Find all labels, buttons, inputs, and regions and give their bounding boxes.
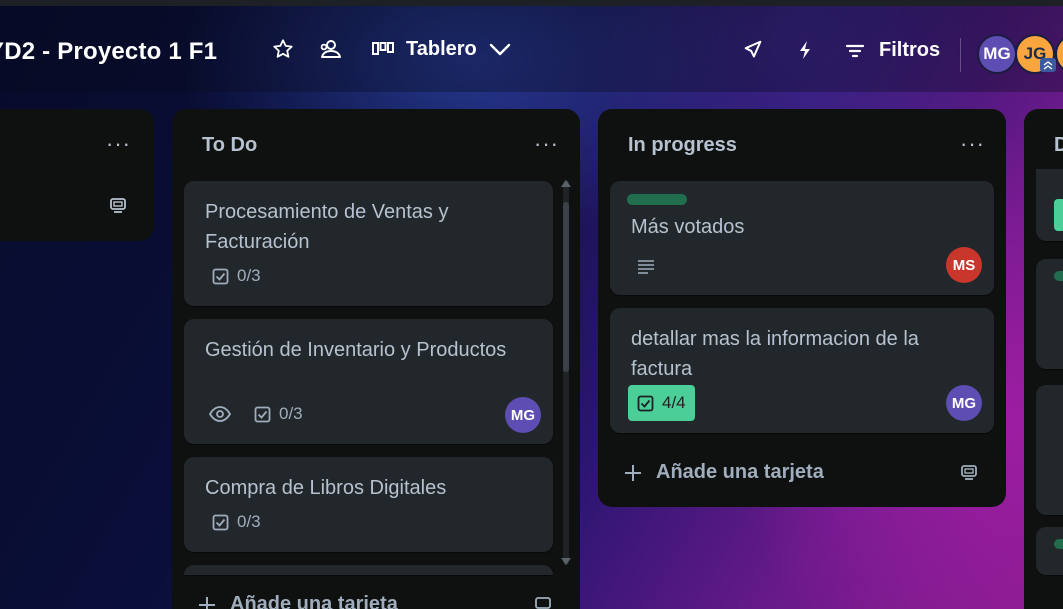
filters-button[interactable]: Filtros: [845, 39, 940, 62]
card-title: Procesamiento de Ventas y Facturación: [205, 201, 449, 253]
card-partial[interactable]: [1036, 527, 1063, 575]
card-template-button[interactable]: [109, 196, 127, 219]
star-icon: [273, 39, 293, 58]
board-view-icon: [372, 41, 394, 55]
add-card-label: Añade una tarjeta: [656, 461, 824, 483]
checklist-badge: 0/3: [212, 266, 261, 286]
card-template-button[interactable]: [534, 595, 552, 609]
checklist-icon: [212, 268, 229, 284]
member-initials: MG: [951, 394, 977, 412]
list-menu-button[interactable]: ···: [960, 133, 985, 155]
filter-icon: [845, 44, 865, 57]
automation-button[interactable]: [793, 37, 817, 63]
add-card-button[interactable]: Añade una tarjeta: [624, 461, 824, 484]
checklist-badge: 0/3: [212, 512, 261, 532]
checklist-icon: [637, 395, 654, 411]
card-title: Compra de Libros Digitales: [205, 477, 447, 499]
card-partial[interactable]: [1036, 259, 1063, 369]
checklist-icon: [254, 406, 271, 422]
watching-icon: [208, 406, 232, 427]
card-partial[interactable]: [1036, 169, 1063, 241]
member-initials: MG: [983, 44, 1011, 63]
visibility-button[interactable]: [318, 36, 344, 62]
power-ups-button[interactable]: [740, 37, 766, 63]
scroll-up-icon[interactable]: [561, 180, 571, 187]
card-mas-votados[interactable]: Más votados MS: [610, 181, 994, 295]
member-avatar-partial[interactable]: [1055, 34, 1063, 74]
card-partial[interactable]: [184, 565, 553, 575]
plus-icon: [625, 464, 641, 481]
header-divider: [960, 38, 961, 72]
card-template-icon: [535, 597, 551, 609]
card-ventas-facturacion[interactable]: Procesamiento de Ventas y Facturación 0/…: [184, 181, 553, 306]
filters-label: Filtros: [879, 39, 941, 61]
board-header: YD2 - Proyecto 1 F1 Tablero Filtros MG J…: [0, 6, 1063, 92]
member-initials: MS: [952, 256, 976, 274]
checklist-count: 0/3: [279, 404, 303, 423]
admin-chevron-icon: [1040, 58, 1056, 72]
list-title[interactable]: In progress: [628, 134, 737, 157]
list-to-do: To Do ··· Procesamiento de Ventas y Fact…: [172, 109, 580, 609]
card-template-icon: [961, 465, 977, 480]
card-label[interactable]: [627, 194, 687, 205]
card-title: Gestión de Inventario y Productos: [205, 339, 507, 361]
scrollbar-thumb[interactable]: [563, 202, 569, 372]
checklist-count: 0/3: [237, 266, 261, 285]
checklist-badge-complete: 4/4: [628, 385, 695, 421]
card-title: detallar mas la informacion de la factur…: [631, 328, 919, 380]
list-menu-button[interactable]: ···: [106, 133, 131, 155]
list-scrollbar[interactable]: [560, 180, 572, 565]
list-partial-right: D: [1024, 109, 1063, 609]
scroll-down-icon[interactable]: [561, 558, 571, 565]
add-card-label: Añade una tarjeta: [230, 593, 398, 609]
add-card-button[interactable]: Añade una tarjeta: [198, 593, 398, 609]
rocket-icon: [744, 40, 762, 58]
board-title[interactable]: YD2 - Proyecto 1 F1: [0, 38, 217, 66]
card-member-avatar[interactable]: MG: [505, 397, 541, 433]
checklist-icon: [212, 514, 229, 530]
checklist-count: 4/4: [662, 393, 686, 412]
lightning-icon: [800, 41, 810, 59]
card-inventario-productos[interactable]: Gestión de Inventario y Productos 0/3 MG: [184, 319, 553, 444]
card-libros-digitales[interactable]: Compra de Libros Digitales 0/3: [184, 457, 553, 552]
card-member-avatar[interactable]: MG: [946, 385, 982, 421]
list-partial-left: ···: [0, 109, 154, 241]
view-label: Tablero: [406, 38, 477, 60]
plus-icon: [199, 596, 215, 609]
card-partial[interactable]: [1036, 385, 1063, 515]
card-template-button[interactable]: [960, 463, 978, 486]
star-button[interactable]: [270, 36, 296, 62]
card-title: Más votados: [631, 216, 745, 238]
view-switcher[interactable]: Tablero: [372, 38, 511, 61]
card-label: [1054, 199, 1063, 231]
member-avatar-mg[interactable]: MG: [977, 34, 1017, 74]
list-title[interactable]: D: [1054, 134, 1063, 157]
checklist-count: 0/3: [237, 512, 261, 531]
card-detallar-factura[interactable]: detallar mas la informacion de la factur…: [610, 308, 994, 433]
card-template-icon: [110, 198, 126, 213]
checklist-badge: 0/3: [254, 404, 303, 424]
workspace-visibility-icon: [320, 40, 341, 58]
chevron-down-icon: [489, 43, 510, 55]
list-title[interactable]: To Do: [202, 134, 257, 157]
card-member-avatar[interactable]: MS: [946, 247, 982, 283]
list-in-progress: In progress ··· Más votados MS detallar …: [598, 109, 1006, 507]
member-initials: MG: [510, 406, 536, 424]
description-icon: [636, 258, 656, 279]
card-label: [1054, 539, 1063, 549]
card-label: [1054, 271, 1063, 281]
list-menu-button[interactable]: ···: [534, 133, 559, 155]
